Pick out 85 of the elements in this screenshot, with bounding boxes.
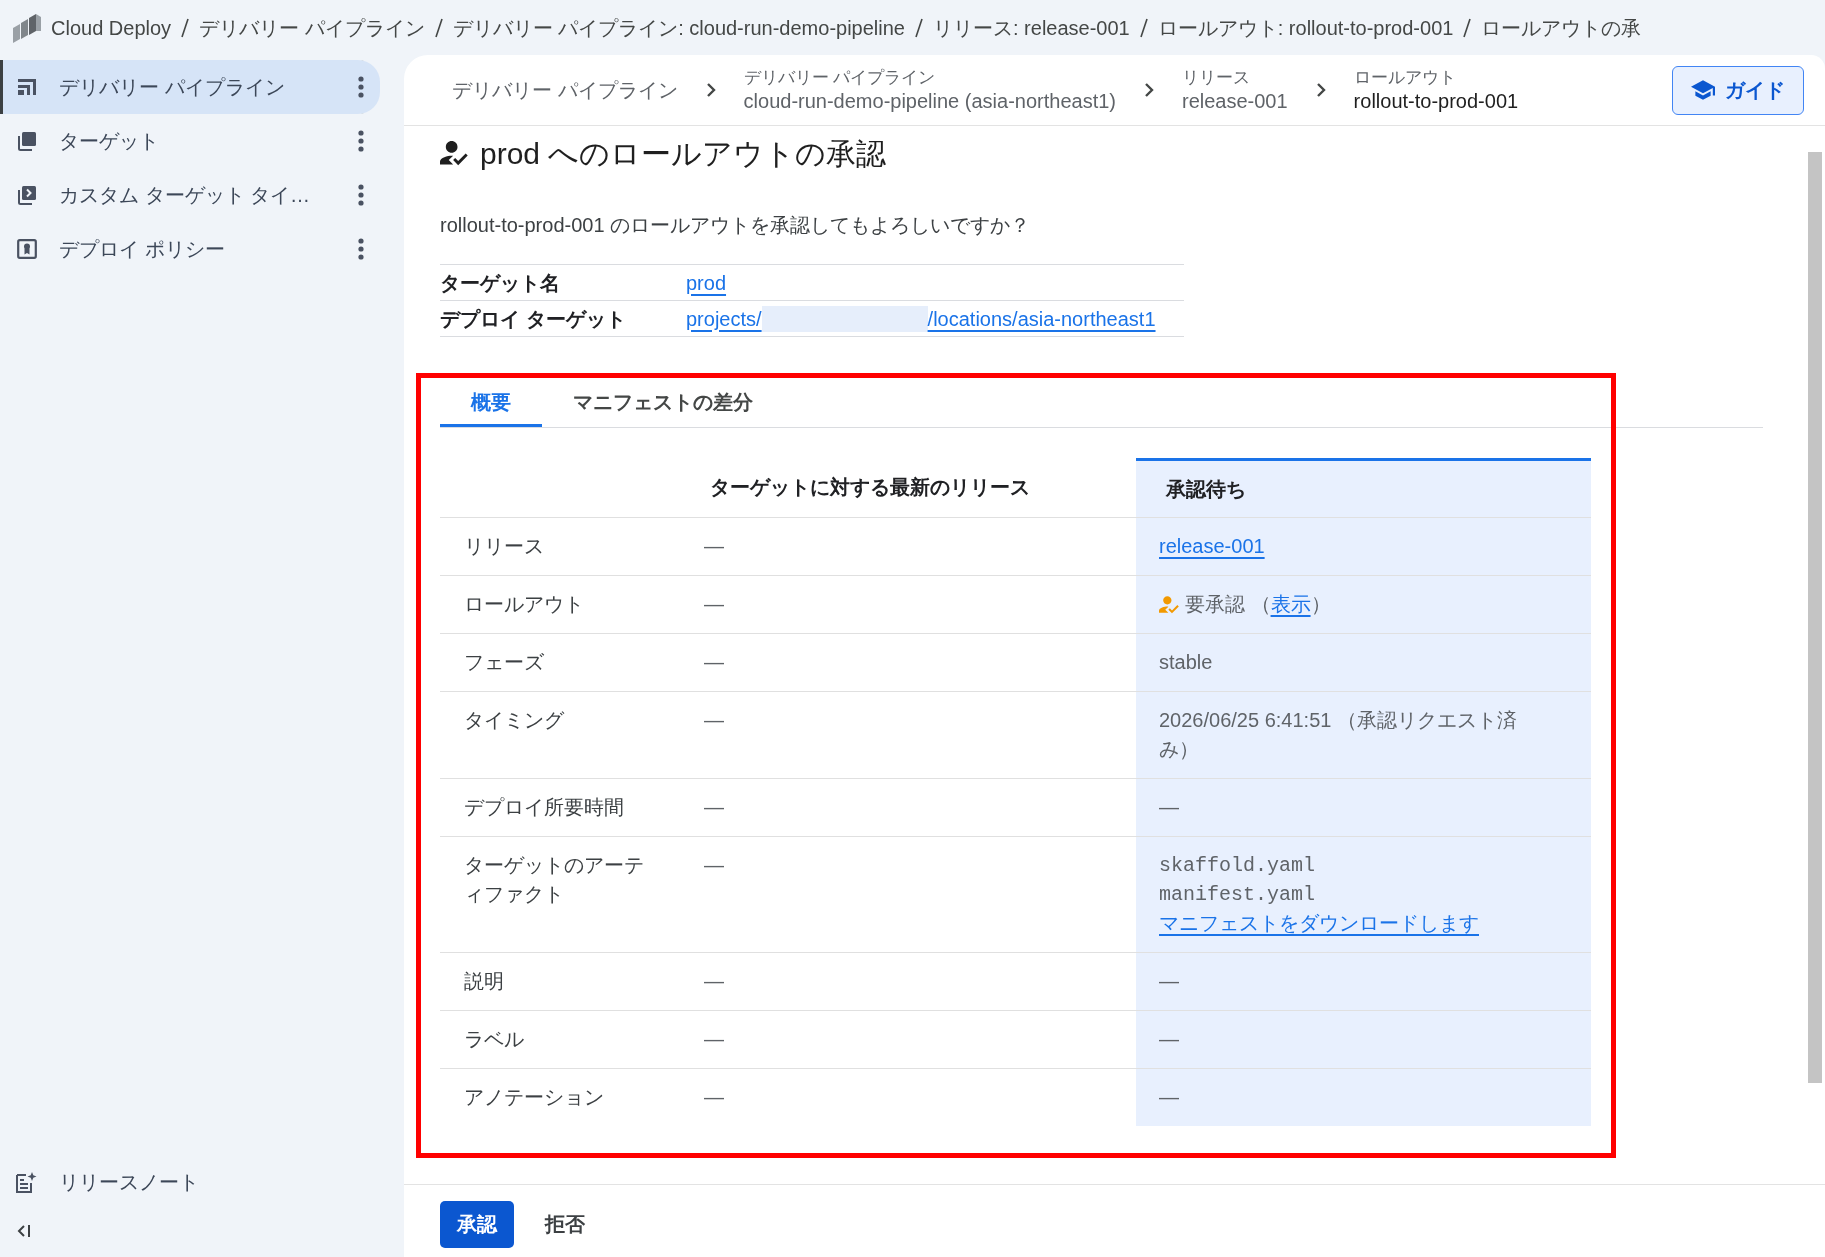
value-text: stable <box>1159 651 1213 673</box>
breadcrumb-caption: リリース <box>1182 66 1251 88</box>
breadcrumb-link[interactable]: ロールアウト: rollout-to-prod-001 <box>1157 12 1454 43</box>
breadcrumb-link[interactable]: デリバリー パイプライン <box>452 77 678 103</box>
tab[interactable]: 概要 <box>440 377 542 427</box>
detail-link[interactable]: prod <box>686 267 727 298</box>
value-text: — <box>704 854 724 876</box>
value-text: 2026/06/25 6:41:51 （承認リクエスト済み） <box>1159 709 1517 760</box>
row-label: フェーズ <box>464 650 545 675</box>
row-label: タイミング <box>464 708 565 733</box>
sidebar-item[interactable]: カスタム ターゲット タイ… <box>0 168 380 222</box>
breadcrumb-link[interactable]: release-001 <box>1182 87 1288 114</box>
more-vert-icon[interactable] <box>358 76 364 98</box>
breadcrumb-caption: デリバリー パイプライン <box>743 66 937 88</box>
slash-separator-icon <box>434 17 443 38</box>
person-check-icon <box>1159 595 1179 614</box>
scrollbar-thumb[interactable] <box>1808 152 1822 1083</box>
more-vert-icon[interactable] <box>358 184 364 206</box>
breadcrumb-caption: ロールアウト <box>1353 66 1457 88</box>
download-link[interactable]: マニフェストをダウンロードします <box>1159 909 1479 938</box>
chevron-right-icon <box>1144 82 1154 98</box>
guide-button[interactable]: ガイド <box>1672 65 1804 115</box>
more-vert-icon[interactable] <box>358 130 364 152</box>
approve-button[interactable]: 承認 <box>440 1200 514 1248</box>
value-text: — <box>1159 1086 1179 1108</box>
document-sparkle-icon <box>15 1171 37 1193</box>
chevron-right-icon <box>1315 82 1326 98</box>
detail-label: ターゲット名 <box>440 270 561 296</box>
badge-frame-icon <box>17 239 37 259</box>
confirmation-question: rollout-to-prod-001 のロールアウトを承認してもよろしいですか？ <box>440 213 1032 237</box>
sidebar-item[interactable]: デリバリー パイプライン <box>0 60 380 114</box>
logo-icon <box>12 12 42 43</box>
file-name: skaffold.yaml <box>1159 853 1316 879</box>
value-text: — <box>704 970 724 992</box>
slash-separator-icon <box>181 17 190 38</box>
tab[interactable]: マニフェストの差分 <box>542 377 784 427</box>
row-label: リリース <box>464 534 545 559</box>
stacked-squares-icon <box>17 131 37 151</box>
person-check-icon <box>440 140 468 166</box>
value-text: — <box>704 1086 724 1108</box>
collapse-sidebar-icon[interactable] <box>16 1223 32 1239</box>
dialog-title: prod へのロールアウトの承認 <box>480 135 887 172</box>
detail-link[interactable]: /locations/asia-northeast1 <box>927 303 1156 334</box>
reject-button[interactable]: 拒否 <box>545 1200 585 1248</box>
breadcrumb-link[interactable]: Cloud Deploy <box>51 12 172 43</box>
detail-link[interactable]: projects/ <box>686 303 762 334</box>
release-notes-link[interactable]: リリースノート <box>59 1167 199 1197</box>
graduation-cap-icon <box>1691 80 1715 100</box>
row-label: アノテーション <box>464 1085 605 1110</box>
sidebar-item[interactable]: ターゲット <box>0 114 380 168</box>
value-text: — <box>704 593 724 615</box>
chevron-right-icon <box>705 82 716 98</box>
row-label: ラベル <box>464 1027 525 1052</box>
value-text: — <box>704 535 724 557</box>
row-label: ターゲットのアーティファクト <box>464 853 645 907</box>
breadcrumb-link[interactable]: デリバリー パイプライン: cloud-run-demo-pipeline <box>452 12 905 43</box>
view-link[interactable]: 表示 <box>1270 593 1311 615</box>
slash-separator-icon <box>915 17 923 38</box>
row-label: ロールアウト <box>464 592 585 617</box>
breadcrumb-link[interactable]: cloud-run-demo-pipeline (asia-northeast1) <box>743 87 1116 114</box>
breadcrumb-link[interactable]: デリバリー パイプライン <box>199 12 425 43</box>
value-text: — <box>1159 796 1179 818</box>
more-vert-icon[interactable] <box>358 238 364 260</box>
detail-label: デプロイ ターゲット <box>440 306 627 332</box>
column-header: ターゲットに対する最新のリリース <box>710 475 1030 500</box>
slash-separator-icon <box>1139 17 1148 38</box>
file-name: manifest.yaml <box>1159 882 1316 908</box>
breadcrumb-link[interactable]: リリース: release-001 <box>933 12 1130 43</box>
value-text: — <box>1159 1028 1179 1050</box>
breadcrumb-link[interactable]: rollout-to-prod-001 <box>1353 87 1519 114</box>
sidebar-item[interactable]: デプロイ ポリシー <box>0 222 380 276</box>
row-label: 説明 <box>464 969 505 994</box>
value-link[interactable]: release-001 <box>1159 535 1265 557</box>
pipeline-icon <box>17 77 37 97</box>
stacked-chevron-icon <box>17 185 37 205</box>
column-header: 承認待ち <box>1166 476 1246 502</box>
row-label: デプロイ所要時間 <box>464 795 625 820</box>
breadcrumb-current: ロールアウトの承 <box>1481 15 1642 41</box>
value-text: — <box>704 651 724 673</box>
slash-separator-icon <box>1463 17 1472 38</box>
status-text: 要承認 （表示） <box>1185 592 1331 617</box>
value-text: — <box>1159 970 1179 992</box>
value-text: — <box>704 1028 724 1050</box>
value-text: — <box>704 796 724 818</box>
value-text: — <box>704 709 724 731</box>
